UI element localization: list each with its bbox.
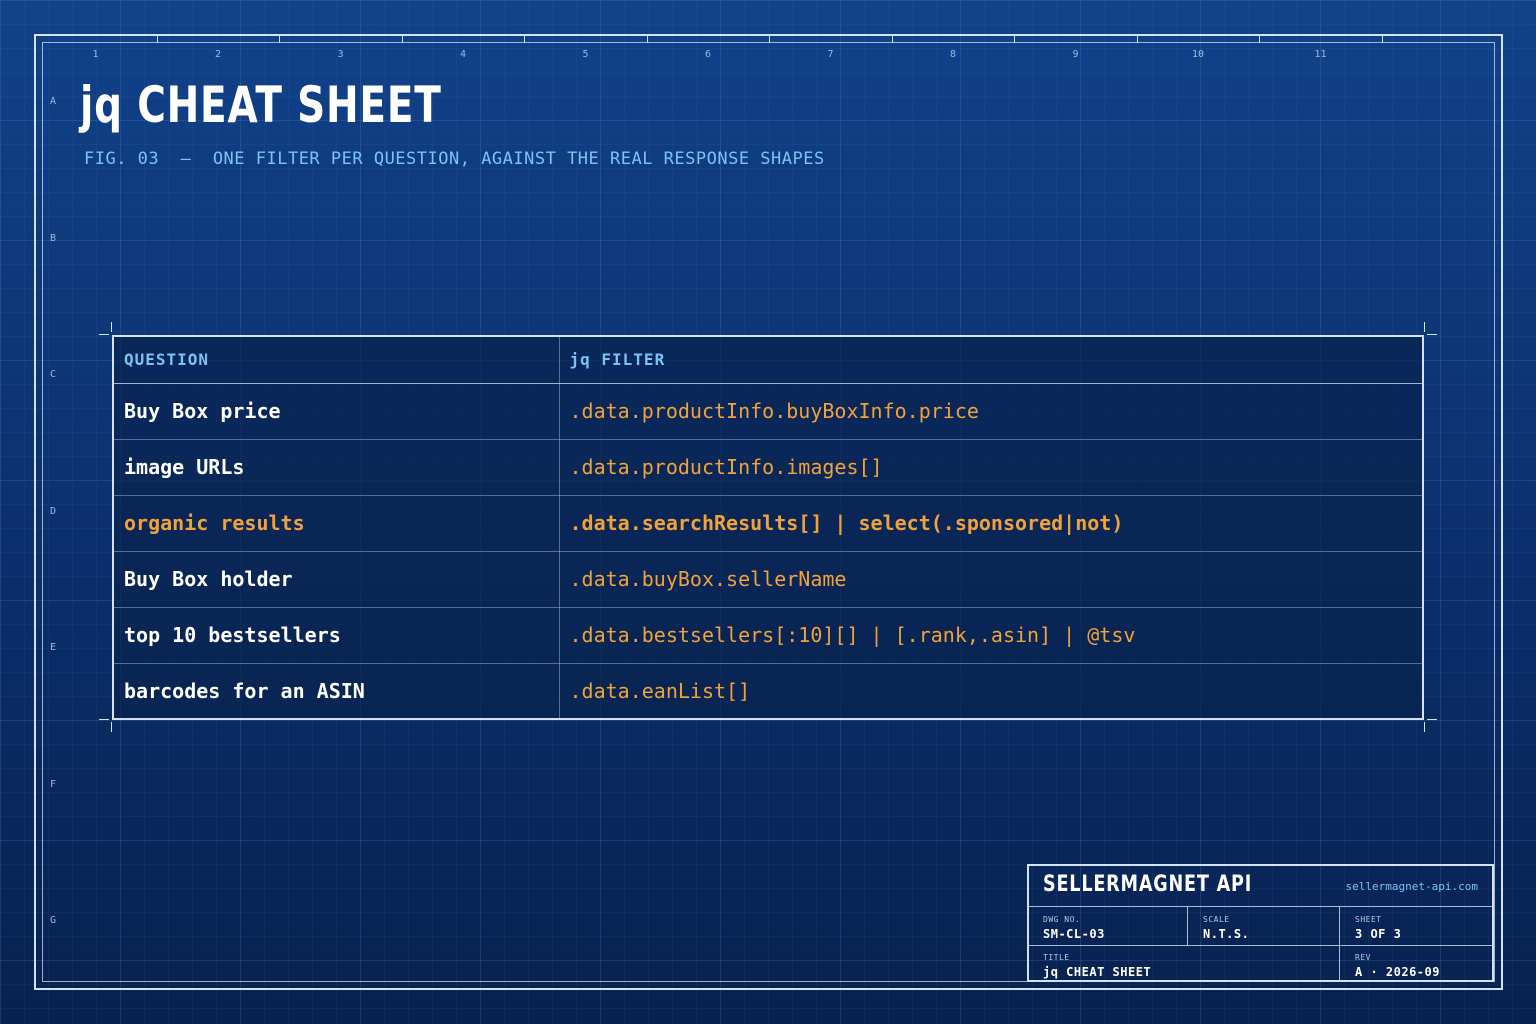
jq-filter-cell: .data.bestsellers[:10][] | [.rank,.asin]… xyxy=(559,607,1423,664)
column-reference-label: 11 xyxy=(1314,49,1327,60)
column-header-filter: jq FILTER xyxy=(559,336,1423,384)
rev-value: A · 2026-09 xyxy=(1355,965,1440,979)
registration-mark xyxy=(1427,719,1437,720)
row-reference-label: A xyxy=(50,96,57,107)
dwg-no-value: SM-CL-03 xyxy=(1043,927,1105,941)
column-reference-label: 10 xyxy=(1191,49,1205,60)
jq-filter-cell: .data.buyBox.sellerName xyxy=(559,551,1423,608)
question-cell: Buy Box price xyxy=(113,383,560,440)
sheet-label: SHEET xyxy=(1355,915,1382,924)
question-cell: image URLs xyxy=(113,439,560,496)
column-reference-label: 8 xyxy=(949,49,957,60)
column-tick xyxy=(1381,35,1383,43)
rev-label: REV xyxy=(1355,953,1371,962)
dwg-no-label: DWG NO. xyxy=(1043,915,1081,924)
scale-label: SCALE xyxy=(1203,915,1230,924)
table-body: Buy Box price .data.productInfo.buyBoxInf… xyxy=(113,383,1423,719)
column-tick xyxy=(1136,35,1138,43)
title-block-header: SELLERMAGNET API sellermagnet-api.com xyxy=(1029,866,1492,907)
sheet-cell: SHEET 3 OF 3 xyxy=(1355,915,1401,941)
table-row: barcodes for an ASIN .data.eanList[] xyxy=(113,663,1423,719)
brand-name: SELLERMAGNET API xyxy=(1043,872,1253,897)
column-tick xyxy=(646,35,648,43)
registration-mark xyxy=(111,722,112,732)
column-reference-label: 3 xyxy=(337,49,344,60)
title-block-divider xyxy=(1029,945,1492,946)
column-tick xyxy=(1014,35,1015,43)
column-tick xyxy=(279,35,280,43)
title-value: jq CHEAT SHEET xyxy=(1043,965,1152,979)
column-tick xyxy=(891,35,893,43)
dwg-no-cell: DWG NO. SM-CL-03 xyxy=(1043,915,1105,941)
row-reference-label: C xyxy=(50,369,57,380)
table-header-row: QUESTION jq FILTER xyxy=(113,336,1423,384)
question-cell: Buy Box holder xyxy=(113,551,560,608)
brand-url: sellermagnet-api.com xyxy=(1345,880,1478,893)
column-tick xyxy=(156,35,158,43)
row-reference-label: F xyxy=(50,778,57,790)
registration-mark xyxy=(99,334,109,335)
table-row: image URLs .data.productInfo.images[] xyxy=(113,439,1423,496)
table-row: Buy Box price .data.productInfo.buyBoxInf… xyxy=(113,383,1423,440)
column-reference-label: 6 xyxy=(704,49,712,60)
column-header-question: QUESTION xyxy=(113,336,560,384)
table-row: Buy Box holder .data.buyBox.sellerName xyxy=(113,551,1423,608)
column-reference-label: 5 xyxy=(582,49,589,60)
question-cell: organic results xyxy=(113,495,560,552)
table-row: top 10 bestsellers .data.bestsellers[:10]… xyxy=(113,607,1423,664)
question-cell: top 10 bestsellers xyxy=(113,607,560,664)
registration-mark xyxy=(1424,322,1425,332)
title-block-divider xyxy=(1187,907,1188,945)
registration-mark xyxy=(111,322,112,332)
rev-cell: REV A · 2026-09 xyxy=(1355,953,1440,979)
title-block-divider xyxy=(1339,907,1340,982)
scale-value: N.T.S. xyxy=(1203,927,1250,941)
column-tick xyxy=(1259,35,1260,43)
row-reference-label: B xyxy=(50,232,57,244)
cheat-sheet-table: QUESTION jq FILTER Buy Box price .data.pr… xyxy=(112,335,1424,720)
page-title: jq CHEAT SHEET xyxy=(80,76,442,134)
jq-filter-cell: .data.productInfo.buyBoxInfo.price xyxy=(559,383,1423,440)
sheet-value: 3 OF 3 xyxy=(1355,927,1402,941)
column-reference-label: 1 xyxy=(92,49,99,60)
row-reference-label: E xyxy=(50,642,57,653)
question-cell: barcodes for an ASIN xyxy=(113,663,560,719)
column-tick xyxy=(401,35,403,43)
registration-mark xyxy=(1424,722,1425,732)
registration-mark xyxy=(1427,334,1437,335)
scale-cell: SCALE N.T.S. xyxy=(1203,915,1249,941)
title-block: SELLERMAGNET API sellermagnet-api.com DW… xyxy=(1027,864,1494,982)
row-reference-label: G xyxy=(50,915,57,926)
column-reference-label: 7 xyxy=(827,49,834,60)
column-tick xyxy=(524,35,525,43)
table-row: organic results .data.searchResults[] | s… xyxy=(113,495,1423,552)
registration-mark xyxy=(99,719,109,720)
jq-filter-cell: .data.searchResults[] | select(.sponsore… xyxy=(559,495,1423,552)
column-reference-label: 4 xyxy=(459,49,467,60)
title-cell: TITLE jq CHEAT SHEET xyxy=(1043,953,1151,979)
figure-caption: FIG. 03 — ONE FILTER PER QUESTION, AGAIN… xyxy=(84,149,825,169)
jq-filter-cell: .data.eanList[] xyxy=(569,678,751,703)
row-reference-label: D xyxy=(50,505,57,517)
column-tick xyxy=(769,35,770,43)
column-reference-label: 2 xyxy=(214,49,222,60)
title-label: TITLE xyxy=(1043,953,1070,962)
jq-filter-cell: .data.productInfo.images[] xyxy=(559,439,1423,496)
column-reference-label: 9 xyxy=(1072,49,1079,60)
